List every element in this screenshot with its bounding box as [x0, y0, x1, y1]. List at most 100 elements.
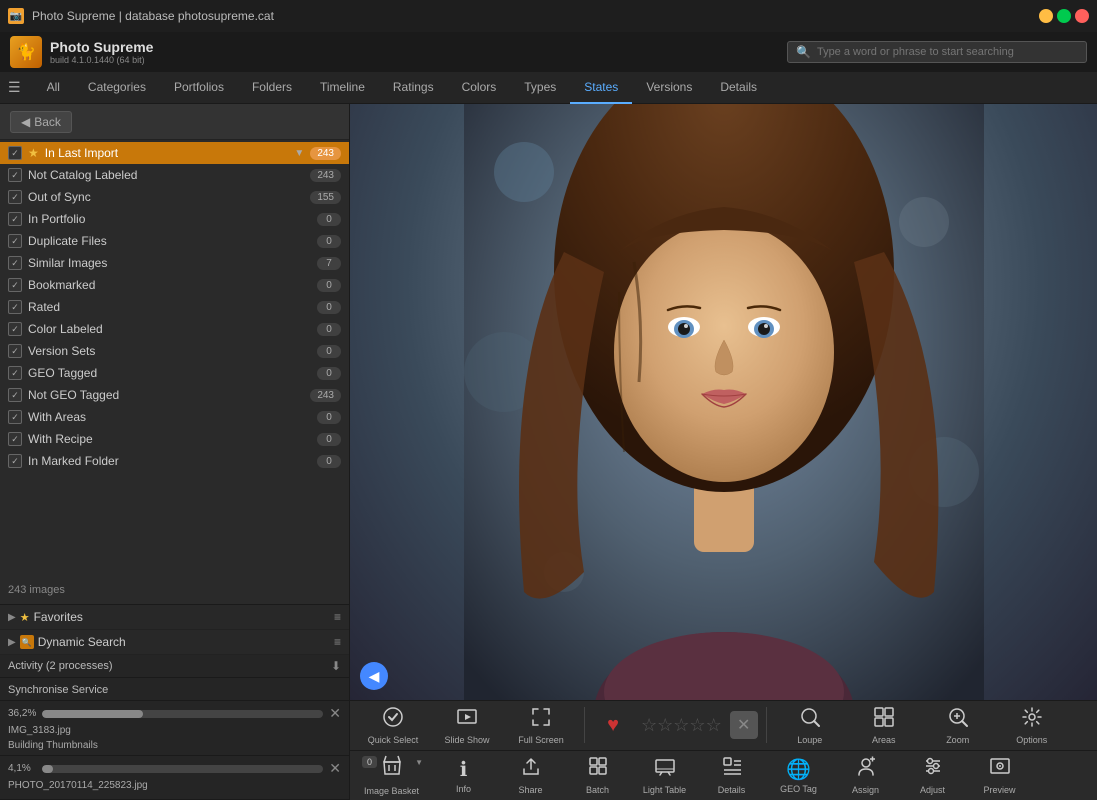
list-item[interactable]: ✓ GEO Tagged 0	[0, 362, 349, 384]
tab-folders[interactable]: Folders	[238, 72, 306, 104]
tab-types[interactable]: Types	[510, 72, 570, 104]
search-bar[interactable]: 🔍	[787, 41, 1087, 63]
heart-button[interactable]: ♥	[593, 702, 633, 748]
list-item[interactable]: ✓ With Recipe 0	[0, 428, 349, 450]
progress-cancel-2[interactable]: ✕	[329, 760, 341, 777]
list-item[interactable]: ✓ With Areas 0	[0, 406, 349, 428]
item-checkbox[interactable]: ✓	[8, 190, 22, 204]
geo-tag-button[interactable]: 🌐 GEO Tag	[766, 752, 831, 798]
dynamic-search-panel[interactable]: ▶ 🔍 Dynamic Search ≡	[0, 630, 349, 655]
titlebar-left: 📷 Photo Supreme | database photosupreme.…	[8, 8, 274, 24]
menu-icon[interactable]: ≡	[334, 635, 341, 649]
item-count: 7	[317, 257, 341, 270]
item-checkbox[interactable]: ✓	[8, 146, 22, 160]
list-item[interactable]: ✓ Duplicate Files 0	[0, 230, 349, 252]
options-button[interactable]: Options	[997, 702, 1067, 748]
areas-button[interactable]: Areas	[849, 702, 919, 748]
adjust-label: Adjust	[920, 785, 945, 795]
image-basket-button[interactable]: 0 ▼ Image Basket	[354, 752, 429, 798]
tab-colors[interactable]: Colors	[448, 72, 511, 104]
item-checkbox[interactable]: ✓	[8, 212, 22, 226]
list-item[interactable]: ✓ Bookmarked 0	[0, 274, 349, 296]
tab-categories[interactable]: Categories	[74, 72, 160, 104]
list-item[interactable]: ✓ Not Catalog Labeled 243	[0, 164, 349, 186]
slide-show-icon	[456, 706, 478, 733]
item-count: 0	[317, 345, 341, 358]
item-checkbox[interactable]: ✓	[8, 278, 22, 292]
preview-button[interactable]: Preview	[967, 752, 1032, 798]
full-screen-button[interactable]: Full Screen	[506, 702, 576, 748]
item-checkbox[interactable]: ✓	[8, 322, 22, 336]
hamburger-menu[interactable]: ☰	[8, 79, 21, 96]
slide-show-button[interactable]: Slide Show	[432, 702, 502, 748]
light-table-button[interactable]: Light Table	[632, 752, 697, 798]
tab-ratings[interactable]: Ratings	[379, 72, 448, 104]
loupe-icon	[799, 706, 821, 733]
details-button[interactable]: Details	[699, 752, 764, 798]
item-checkbox[interactable]: ✓	[8, 234, 22, 248]
quick-select-button[interactable]: Quick Select	[358, 702, 428, 748]
share-label: Share	[518, 785, 542, 795]
back-button[interactable]: ◀ Back	[10, 111, 72, 133]
star-5[interactable]: ☆	[706, 715, 722, 736]
share-button[interactable]: Share	[498, 752, 563, 798]
item-checkbox[interactable]: ✓	[8, 388, 22, 402]
item-checkbox[interactable]: ✓	[8, 432, 22, 446]
item-checkbox[interactable]: ✓	[8, 454, 22, 468]
tab-details[interactable]: Details	[706, 72, 771, 104]
list-item[interactable]: ✓ In Portfolio 0	[0, 208, 349, 230]
star-1[interactable]: ☆	[641, 715, 657, 736]
batch-icon	[587, 755, 609, 783]
portrait-image: ◀	[350, 104, 1097, 700]
details-label: Details	[718, 785, 746, 795]
nav-arrow[interactable]: ◀	[360, 662, 388, 690]
close-button[interactable]: ×	[1075, 9, 1089, 23]
favorites-panel[interactable]: ▶ ★ Favorites ≡	[0, 605, 349, 630]
geo-tag-icon: 🌐	[786, 757, 811, 782]
star-2[interactable]: ☆	[657, 715, 673, 736]
info-button[interactable]: ℹ Info	[431, 752, 496, 798]
titlebar: 📷 Photo Supreme | database photosupreme.…	[0, 0, 1097, 32]
star-3[interactable]: ☆	[673, 715, 689, 736]
star-4[interactable]: ☆	[689, 715, 705, 736]
item-checkbox[interactable]: ✓	[8, 344, 22, 358]
list-item[interactable]: ✓ Out of Sync 155	[0, 186, 349, 208]
assign-button[interactable]: Assign	[833, 752, 898, 798]
minimize-button[interactable]: −	[1039, 9, 1053, 23]
item-checkbox[interactable]: ✓	[8, 366, 22, 380]
item-checkbox[interactable]: ✓	[8, 300, 22, 314]
menu-icon[interactable]: ≡	[334, 610, 341, 624]
progress-cancel-1[interactable]: ✕	[329, 705, 341, 722]
tab-all[interactable]: All	[33, 72, 74, 104]
geo-tag-label: GEO Tag	[780, 784, 817, 794]
item-count: 0	[317, 433, 341, 446]
assign-icon	[855, 755, 877, 783]
batch-button[interactable]: Batch	[565, 752, 630, 798]
loupe-button[interactable]: Loupe	[775, 702, 845, 748]
list-item[interactable]: ✓ Color Labeled 0	[0, 318, 349, 340]
list-item[interactable]: ✓ Similar Images 7	[0, 252, 349, 274]
item-checkbox[interactable]: ✓	[8, 256, 22, 270]
light-table-icon	[654, 755, 676, 783]
list-item[interactable]: ✓ Rated 0	[0, 296, 349, 318]
zoom-button[interactable]: Zoom	[923, 702, 993, 748]
list-item[interactable]: ✓ Version Sets 0	[0, 340, 349, 362]
tab-states[interactable]: States	[570, 72, 632, 104]
maximize-button[interactable]: □	[1057, 9, 1071, 23]
item-checkbox[interactable]: ✓	[8, 168, 22, 182]
titlebar-title: Photo Supreme | database photosupreme.ca…	[32, 9, 274, 23]
reject-button[interactable]: ✕	[730, 711, 758, 739]
quick-select-icon	[382, 706, 404, 733]
list-item[interactable]: ✓ ★ In Last Import ▼ 243	[0, 142, 349, 164]
photo-area: ◀ Quick Select	[350, 104, 1097, 800]
list-item[interactable]: ✓ Not GEO Tagged 243	[0, 384, 349, 406]
item-label: With Areas	[28, 410, 317, 424]
search-input[interactable]	[817, 46, 1067, 58]
adjust-button[interactable]: Adjust	[900, 752, 965, 798]
tab-versions[interactable]: Versions	[632, 72, 706, 104]
list-item[interactable]: ✓ In Marked Folder 0	[0, 450, 349, 472]
tab-timeline[interactable]: Timeline	[306, 72, 379, 104]
item-checkbox[interactable]: ✓	[8, 410, 22, 424]
batch-label: Batch	[586, 785, 609, 795]
tab-portfolios[interactable]: Portfolios	[160, 72, 238, 104]
